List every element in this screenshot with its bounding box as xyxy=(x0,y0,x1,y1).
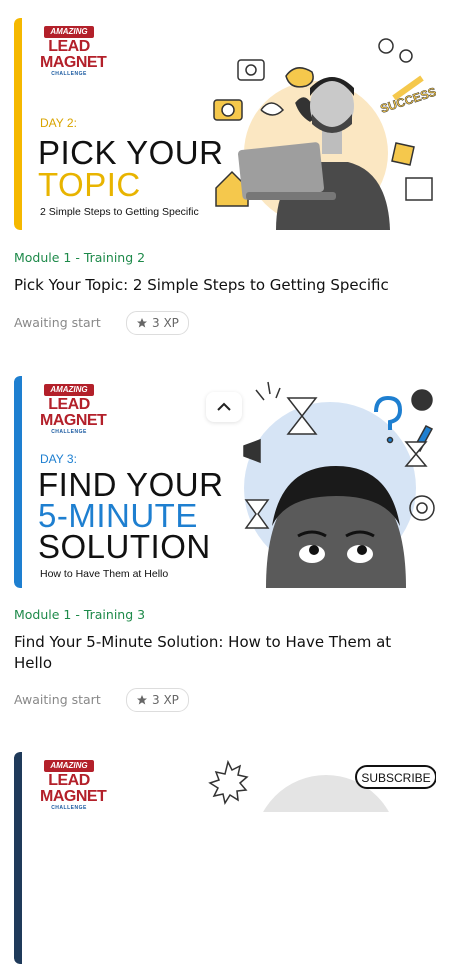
star-icon xyxy=(137,318,147,328)
hero-illustration: SUBSCRIBE xyxy=(208,759,436,812)
module-label: Module 1 - Training 2 xyxy=(14,250,146,265)
training-title[interactable]: Pick Your Topic: 2 Simple Steps to Getti… xyxy=(14,275,424,296)
challenge-logo: AMAZING LEAD MAGNET CHALLENGE xyxy=(40,26,107,77)
challenge-logo: AMAZING LEAD MAGNET CHALLENGE xyxy=(40,384,107,435)
subscribe-text: SUBSCRIBE xyxy=(361,771,430,785)
accent-bar xyxy=(14,376,22,588)
headline-line-2: TOPIC xyxy=(38,166,141,203)
xp-badge: 3 XP xyxy=(126,311,189,335)
card-thumbnail[interactable]: AMAZING LEAD MAGNET CHALLENGE SUBSCRIBE xyxy=(14,752,436,964)
training-title[interactable]: Find Your 5-Minute Solution: How to Have… xyxy=(14,632,424,674)
training-card-next[interactable]: AMAZING LEAD MAGNET CHALLENGE SUBSCRIBE xyxy=(14,752,436,964)
card-thumbnail[interactable]: AMAZING LEAD MAGNET CHALLENGE DAY 2: PIC… xyxy=(14,18,436,230)
collapse-button[interactable] xyxy=(206,392,242,422)
headline-line-1: PICK YOUR xyxy=(38,134,224,171)
xp-badge: 3 XP xyxy=(126,688,189,712)
status-text: Awaiting start xyxy=(14,315,101,330)
headline-line-3: SOLUTION xyxy=(38,528,211,565)
module-label: Module 1 - Training 3 xyxy=(14,607,146,622)
accent-bar xyxy=(14,18,22,230)
hero-illustration: SUCCESS xyxy=(213,38,436,230)
tagline: 2 Simple Steps to Getting Specific xyxy=(40,206,199,218)
status-text: Awaiting start xyxy=(14,692,101,707)
challenge-logo: AMAZING LEAD MAGNET CHALLENGE xyxy=(40,760,107,811)
day-label: DAY 2: xyxy=(40,116,77,130)
training-card-day-2[interactable]: AMAZING LEAD MAGNET CHALLENGE DAY 2: PIC… xyxy=(14,18,436,335)
tagline: How to Have Them at Hello xyxy=(40,568,169,580)
accent-bar xyxy=(14,752,22,964)
day-label: DAY 3: xyxy=(40,452,77,466)
chevron-up-icon xyxy=(217,402,231,411)
star-icon xyxy=(137,695,147,705)
hero-illustration xyxy=(243,381,435,588)
